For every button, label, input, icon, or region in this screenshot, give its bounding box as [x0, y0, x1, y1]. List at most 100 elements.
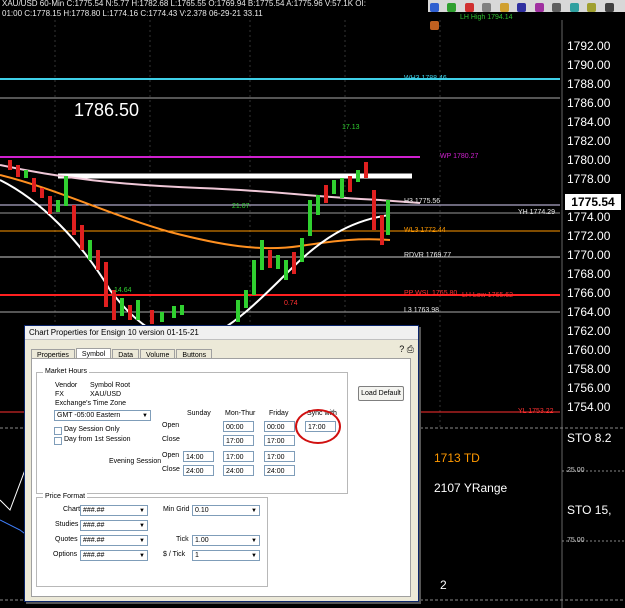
level-label: H3 1775.56 — [404, 198, 441, 205]
page-number: 2 — [440, 578, 447, 592]
chart-toolbar[interactable] — [428, 0, 625, 30]
toolbar-icon[interactable] — [447, 3, 457, 12]
toolbar-icon[interactable] — [482, 3, 492, 12]
quote-line: XAU/USD 60-Min C:1775.54 N:5.77 H:1782.6… — [2, 0, 366, 8]
tick-label: Tick — [176, 536, 189, 543]
vendor-label: Vendor — [55, 382, 78, 389]
friday-eve-close-input[interactable]: 24:00 — [264, 465, 295, 476]
options-format-value: ###.## — [83, 552, 105, 559]
quotes-format-value: ###.## — [83, 537, 105, 544]
bar-info-line: 01:00 C:1778.15 H:1778.80 L:1774.16 C:17… — [2, 9, 263, 18]
axis-tick: 1780.00 — [567, 153, 611, 167]
toolbar-icon[interactable] — [430, 21, 439, 30]
day-from-first-checkbox[interactable] — [54, 437, 62, 445]
load-default-button[interactable]: Load Default — [358, 386, 404, 401]
toolbar-icon[interactable] — [569, 3, 579, 12]
cursor-price-readout: 1786.50 — [74, 100, 140, 120]
quotes-format-select[interactable]: ###.## ▼ — [80, 535, 148, 546]
toolbar-icon[interactable] — [464, 3, 474, 12]
axis-tick: 1774.00 — [567, 210, 611, 224]
sunday-eve-close-input[interactable]: 24:00 — [183, 465, 214, 476]
options-format-select[interactable]: ###.## ▼ — [80, 550, 148, 561]
timezone-value: GMT -05:00 Eastern — [57, 412, 121, 419]
axis-tick: 1766.00 — [567, 286, 611, 300]
level-label: WP 1780.27 — [440, 153, 479, 160]
chart-annotation: 17.13 — [342, 124, 360, 131]
axis-tick: 1764.00 — [567, 305, 611, 319]
toolbar-icon[interactable] — [587, 3, 597, 12]
price-format-group: Price Format Chart ###.## ▼ Studies ###.… — [36, 493, 268, 587]
min-grid-value: 0.10 — [195, 507, 209, 514]
evening-session-label: Evening Session — [109, 458, 162, 465]
chart-annotation: 21.07 — [232, 203, 250, 210]
axis-tick: 1792.00 — [567, 39, 611, 53]
studies-format-value: ###.## — [83, 522, 105, 529]
chevron-down-icon: ▼ — [251, 538, 257, 544]
monthur-open-input[interactable]: 00:00 — [223, 421, 254, 432]
current-price-badge: 1775.54 — [565, 194, 621, 210]
eve-close-label: Close — [162, 466, 180, 473]
dialog-title: Chart Properties for Ensign 10 version 0… — [25, 326, 418, 340]
toolbar-icon[interactable] — [552, 3, 562, 12]
level-label: LH Low 1765.62 — [462, 292, 513, 299]
axis-tick: 1788.00 — [567, 77, 611, 91]
axis-tick: 1760.00 — [567, 343, 611, 357]
timezone-label: Exchange's Time Zone — [55, 400, 126, 407]
min-grid-select[interactable]: 0.10 ▼ — [192, 505, 260, 516]
axis-tick: 1786.00 — [567, 96, 611, 110]
sunday-eve-open-input[interactable]: 14:00 — [183, 451, 214, 462]
yrange-label: 2107 YRange — [434, 481, 508, 495]
studies-format-select[interactable]: ###.## ▼ — [80, 520, 148, 531]
tick-value: 1.00 — [195, 537, 209, 544]
level-label: YL 1753.22 — [518, 408, 554, 415]
sto-top-label: STO 8.2 — [567, 431, 612, 445]
axis-tick: 1770.00 — [567, 248, 611, 262]
dollar-tick-select[interactable]: 1 ▼ — [192, 550, 260, 561]
price-format-label: Price Format — [43, 493, 88, 500]
col-sunday: Sunday — [187, 410, 211, 417]
axis-tick: 1756.00 — [567, 381, 611, 395]
toolbar-icon[interactable] — [499, 3, 509, 12]
chart-format-select[interactable]: ###.## ▼ — [80, 505, 148, 516]
toolbar-icon[interactable] — [430, 3, 439, 12]
level-label: YH 1774.29 — [518, 209, 555, 216]
friday-eve-open-input[interactable]: 17:00 — [264, 451, 295, 462]
chart-properties-dialog[interactable]: Chart Properties for Ensign 10 version 0… — [24, 325, 419, 602]
level-label: RDVR 1769.77 — [404, 252, 452, 259]
toolbar-icon[interactable] — [534, 3, 544, 12]
row-open-label: Open — [162, 422, 180, 429]
monthur-eve-open-input[interactable]: 17:00 — [223, 451, 254, 462]
vendor-value: FX — [55, 391, 64, 398]
axis-tick: 1762.00 — [567, 324, 611, 338]
day-from-first-label: Day from 1st Session — [64, 436, 131, 443]
chevron-down-icon: ▼ — [251, 553, 257, 559]
toolbar-icon[interactable] — [604, 3, 614, 12]
dialog-icons: ? ⎙ — [399, 344, 414, 355]
sto-25-label: 25.00 — [567, 467, 585, 474]
axis-tick: 1790.00 — [567, 58, 611, 72]
dollar-tick-value: 1 — [195, 552, 199, 559]
monthur-eve-close-input[interactable]: 24:00 — [223, 465, 254, 476]
symbol-root-label: Symbol Root — [90, 382, 131, 389]
dialog-tabs: Properties Symbol Data Volume Buttons — [31, 344, 213, 361]
print-icon[interactable]: ⎙ — [407, 344, 414, 354]
toolbar-icon[interactable] — [517, 3, 527, 12]
timezone-select[interactable]: GMT -05:00 Eastern ▼ — [54, 410, 151, 421]
help-icon[interactable]: ? — [399, 344, 404, 354]
chart-annotation: 14.64 — [114, 287, 132, 294]
symbol-root-value: XAU/USD — [90, 391, 122, 398]
monthur-close-input[interactable]: 17:00 — [223, 435, 254, 446]
day-session-only-checkbox[interactable] — [54, 427, 62, 435]
td-label: 1713 TD — [434, 451, 480, 465]
axis-tick: 1784.00 — [567, 115, 611, 129]
friday-open-input[interactable]: 00:00 — [264, 421, 295, 432]
tick-select[interactable]: 1.00 ▼ — [192, 535, 260, 546]
friday-close-input[interactable]: 17:00 — [264, 435, 295, 446]
axis-tick: 1778.00 — [567, 172, 611, 186]
sto-label: STO 15, — [567, 503, 612, 517]
eve-open-label: Open — [162, 452, 180, 459]
level-label: WH3 1788.46 — [404, 75, 447, 82]
col-monthur: Mon-Thur — [225, 410, 256, 417]
axis-tick: 1768.00 — [567, 267, 611, 281]
chart-format-label: Chart — [63, 506, 81, 513]
